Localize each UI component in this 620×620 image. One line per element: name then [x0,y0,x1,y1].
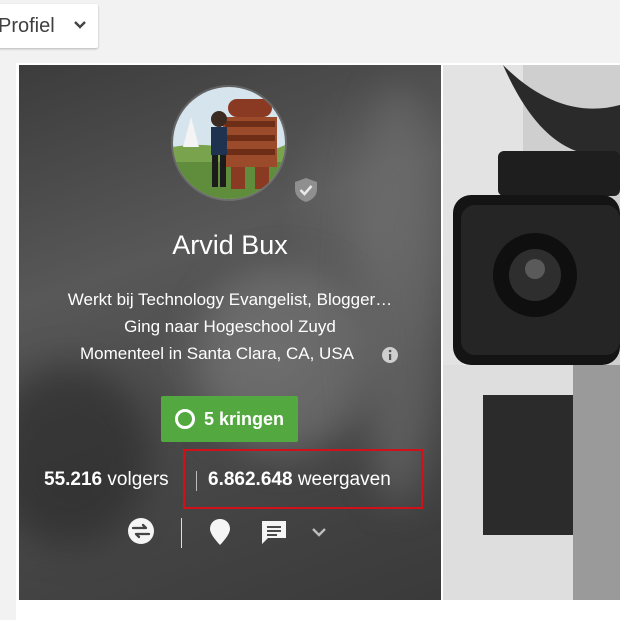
circle-icon [174,409,195,429]
info-line-work: Werkt bij Technology Evangelist, Blogger… [67,290,393,309]
info-line-location: Momenteel in Santa Clara, CA, USA [79,344,354,363]
share-arrows-icon[interactable] [127,517,155,545]
location-pin-icon[interactable] [208,517,232,547]
views-highlight-box [183,449,423,509]
chat-bubble-icon[interactable] [260,519,288,545]
actions-divider [181,518,182,548]
webcam-photo [443,65,620,600]
circles-button-label: 5 kringen [203,408,285,429]
circles-button[interactable]: 5 kringen [161,396,298,442]
info-line-education: Ging naar Hogeschool Zuyd [124,317,336,336]
chevron-down-icon[interactable] [310,526,328,540]
avatar[interactable] [173,87,285,199]
followers-stat: 55.216 volgers [44,469,169,491]
avatar-photo [173,87,285,199]
profile-name: Arvid Bux [172,230,288,260]
cover-photo [443,65,620,600]
profile-dropdown[interactable]: Profiel [0,4,98,48]
info-icon[interactable] [381,346,399,364]
top-bar: Profiel [0,0,620,60]
verified-shield-icon [295,178,317,202]
profile-dropdown-label: Profiel [0,14,55,37]
chevron-down-icon [74,21,86,29]
followers-count: 55.216 [44,469,103,490]
followers-label: volgers [107,469,169,490]
